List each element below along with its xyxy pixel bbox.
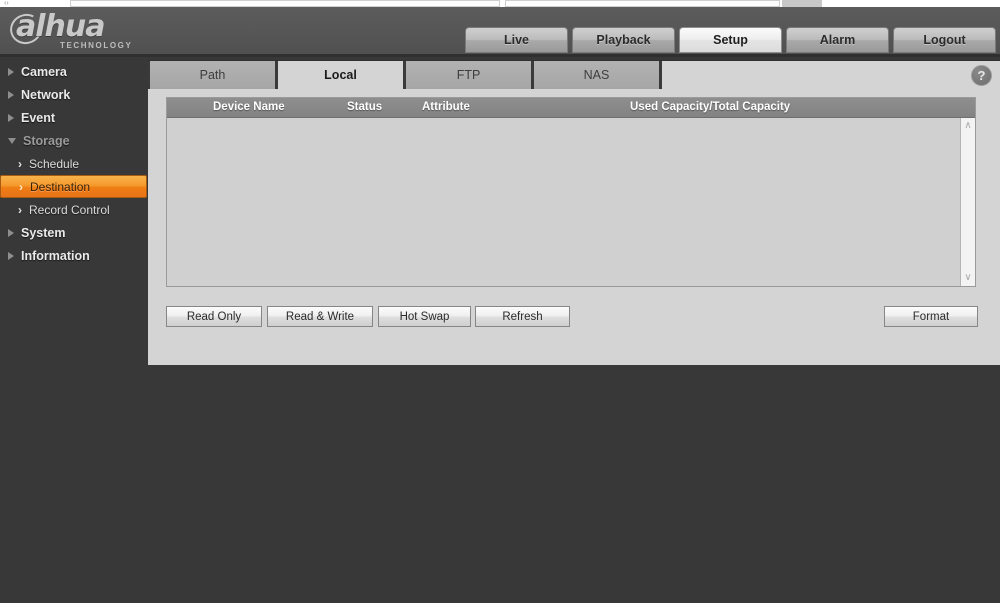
content-panel: ? Path Local FTP NAS Device Name Status …: [148, 60, 1000, 365]
sidebar-item-label: Network: [21, 87, 71, 102]
tab-ftp[interactable]: FTP: [406, 61, 534, 89]
sidebar-item-label: Event: [21, 110, 56, 125]
column-header-used-capacity: Used Capacity/Total Capacity: [630, 101, 791, 113]
sidebar-item-label: Record Control: [29, 202, 110, 217]
arrow-right-icon: [8, 251, 14, 260]
sidebar-menu: Camera Network Event Storage › Schedule …: [0, 60, 148, 603]
column-header-attribute: Attribute: [422, 101, 470, 113]
format-button[interactable]: Format: [884, 306, 978, 327]
chevron-right-icon: ›: [19, 179, 23, 194]
sidebar-item-information[interactable]: Information: [0, 244, 148, 267]
table-header-row: Device Name Status Attribute Used Capaci…: [167, 98, 975, 118]
sidebar-item-network[interactable]: Network: [0, 83, 148, 106]
sidebar-item-storage[interactable]: Storage: [0, 129, 148, 152]
sidebar-item-label: Destination: [30, 179, 91, 194]
browser-tab[interactable]: [782, 0, 822, 7]
topnav-playback[interactable]: Playback: [572, 27, 675, 53]
topnav-alarm[interactable]: Alarm: [786, 27, 889, 53]
browser-chrome-sliver: ‹›: [0, 0, 1000, 7]
refresh-button[interactable]: Refresh: [475, 306, 570, 327]
tab-bar: Path Local FTP NAS: [148, 61, 1000, 89]
dahua-logo: alhua TECHNOLOGY: [6, 9, 148, 53]
logo-wordmark: alhua: [16, 9, 105, 44]
sidebar-item-label: Information: [21, 248, 90, 263]
top-navigation: Live Playback Setup Alarm Logout: [465, 27, 996, 53]
tab-path[interactable]: Path: [150, 61, 278, 89]
tab-nas[interactable]: NAS: [534, 61, 662, 89]
arrow-right-icon: [8, 228, 14, 237]
topnav-setup[interactable]: Setup: [679, 27, 782, 53]
arrow-right-icon: [8, 67, 14, 76]
tab-local[interactable]: Local: [278, 61, 406, 89]
column-header-device-name: Device Name: [213, 101, 285, 113]
sidebar-item-system[interactable]: System: [0, 221, 148, 244]
arrow-right-icon: [8, 113, 14, 122]
browser-nav-arrows-icon: ‹›: [4, 0, 9, 7]
hot-swap-button[interactable]: Hot Swap: [378, 306, 471, 327]
sidebar-item-destination[interactable]: › Destination: [0, 175, 147, 198]
sidebar-item-event[interactable]: Event: [0, 106, 148, 129]
sidebar-item-record-control[interactable]: › Record Control: [0, 198, 148, 221]
sidebar-item-label: Storage: [23, 133, 70, 148]
scroll-down-icon[interactable]: ∨: [961, 271, 975, 285]
read-write-button[interactable]: Read & Write: [267, 306, 373, 327]
help-icon[interactable]: ?: [971, 65, 992, 86]
sidebar-item-schedule[interactable]: › Schedule: [0, 152, 148, 175]
storage-device-table: Device Name Status Attribute Used Capaci…: [166, 97, 976, 287]
column-header-status: Status: [347, 101, 383, 113]
chevron-right-icon: ›: [18, 156, 22, 171]
topnav-logout[interactable]: Logout: [893, 27, 996, 53]
scroll-up-icon[interactable]: ∧: [961, 119, 975, 133]
browser-secondary-field[interactable]: [505, 0, 780, 7]
browser-address-bar[interactable]: [70, 0, 500, 7]
sidebar-item-label: System: [21, 225, 66, 240]
arrow-right-icon: [8, 90, 14, 99]
sidebar-item-label: Camera: [21, 64, 67, 79]
sidebar-item-camera[interactable]: Camera: [0, 60, 148, 83]
sidebar-item-label: Schedule: [29, 156, 80, 171]
topnav-live[interactable]: Live: [465, 27, 568, 53]
arrow-down-icon: [8, 137, 16, 144]
chevron-right-icon: ›: [18, 202, 22, 217]
table-vertical-scrollbar[interactable]: ∧ ∨: [960, 118, 975, 286]
read-only-button[interactable]: Read Only: [166, 306, 262, 327]
app-header: alhua TECHNOLOGY Live Playback Setup Ala…: [0, 7, 1000, 57]
tab-bar-filler: [662, 61, 1000, 89]
action-button-row: Read Only Read & Write Hot Swap Refresh …: [166, 306, 978, 328]
logo-tagline: TECHNOLOGY: [60, 41, 133, 50]
table-body: [167, 118, 960, 286]
